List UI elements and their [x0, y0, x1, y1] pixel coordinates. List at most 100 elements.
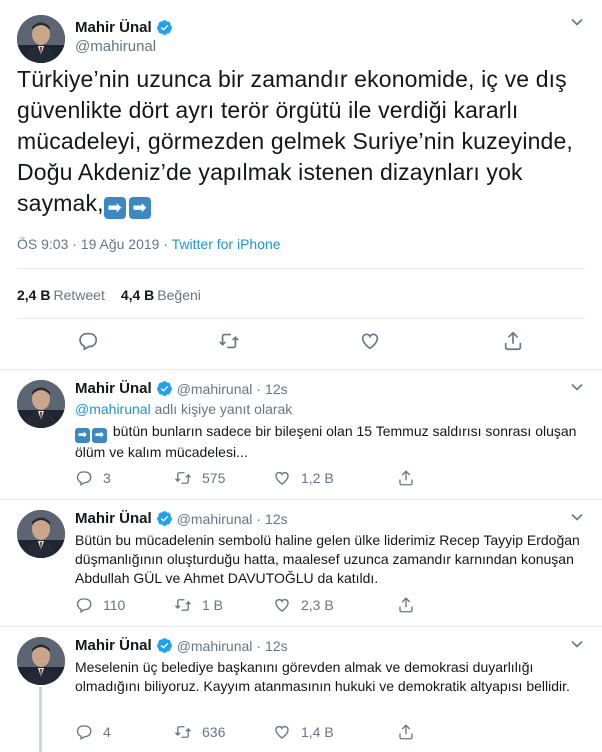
author-handle[interactable]: @mahirunal: [177, 638, 253, 654]
reply-action[interactable]: 110: [75, 596, 125, 614]
avatar[interactable]: [17, 637, 65, 685]
like-label: Beğeni: [157, 287, 201, 303]
avatar[interactable]: [17, 510, 65, 558]
tweet-timestamp[interactable]: 12s: [265, 638, 288, 654]
tweet-actions: [0, 330, 602, 358]
avatar[interactable]: [17, 15, 65, 63]
like-icon[interactable]: [359, 330, 381, 352]
replying-to-label: adlı kişiye yanıt olarak: [154, 401, 293, 417]
reply-count: 3: [103, 470, 111, 486]
tweet-timestamp[interactable]: ÖS 9:03 · 19 Ağu 2019 ·: [17, 236, 168, 252]
verified-badge-icon: [156, 510, 173, 527]
share-icon[interactable]: [502, 330, 524, 352]
retweet-stat[interactable]: 2,4 B Retweet: [17, 287, 105, 303]
divider: [17, 268, 585, 269]
like-action[interactable]: 2,3 B: [273, 596, 334, 614]
reply-count: 110: [103, 597, 126, 613]
like-stat[interactable]: 4,4 B Beğeni: [121, 287, 201, 303]
chevron-down-icon[interactable]: [570, 637, 584, 654]
retweet-count: 2,4 B: [17, 287, 51, 303]
share-icon: [397, 723, 415, 741]
verified-badge-icon: [156, 380, 173, 397]
author-name[interactable]: Mahir Ünal: [75, 637, 152, 654]
right-arrow-emoji: ➡: [128, 197, 151, 219]
author-name[interactable]: Mahir Ünal: [75, 380, 152, 397]
author-handle[interactable]: @mahirunal: [75, 38, 156, 55]
tweet-text: Türkiye’nin uzunca bir zamandır ekonomid…: [17, 64, 589, 219]
like-icon: [273, 469, 291, 487]
divider: [17, 318, 585, 319]
like-icon: [273, 723, 291, 741]
chevron-down-icon[interactable]: [570, 15, 584, 32]
reply-action[interactable]: 4: [75, 723, 111, 741]
tweet-text: Bütün bu mücadelenin sembolü haline gele…: [75, 532, 580, 586]
author-name[interactable]: Mahir Ünal: [75, 19, 173, 36]
share-action[interactable]: [397, 596, 415, 614]
like-icon: [273, 596, 291, 614]
retweet-label: Retweet: [53, 287, 105, 303]
reply-icon: [75, 469, 93, 487]
reply-icon: [75, 596, 93, 614]
like-count: 2,3 B: [301, 597, 334, 613]
like-count: 1,2 B: [301, 470, 334, 486]
retweet-icon: [174, 469, 192, 487]
author-name-text[interactable]: Mahir Ünal: [75, 19, 152, 36]
share-icon: [397, 469, 415, 487]
retweet-count: 1 B: [202, 597, 224, 613]
avatar[interactable]: [17, 380, 65, 428]
retweet-icon: [174, 723, 192, 741]
chevron-down-icon[interactable]: [570, 380, 584, 397]
reply-header: Mahir Ünal @mahirunal · 12s: [75, 637, 288, 654]
tweet-actions: 4 636 1,4 B: [75, 723, 495, 743]
right-arrow-emoji: ➡: [75, 428, 90, 443]
retweet-action[interactable]: 636: [174, 723, 225, 741]
reply-count: 4: [103, 724, 111, 740]
retweet-count: 636: [202, 724, 226, 740]
reply-header: Mahir Ünal @mahirunal · 12s: [75, 380, 288, 397]
tweet-text: Meselenin üç belediye başkanını görevden…: [75, 659, 570, 694]
verified-badge-icon: [156, 19, 173, 36]
author-handle[interactable]: @mahirunal: [177, 511, 253, 527]
like-count: 1,4 B: [301, 724, 334, 740]
share-action[interactable]: [397, 469, 415, 487]
tweet-stats: 2,4 B Retweet 4,4 B Beğeni: [17, 287, 201, 303]
retweet-action[interactable]: 575: [174, 469, 225, 487]
tweet-meta: ÖS 9:03 · 19 Ağu 2019 · Twitter for iPho…: [17, 236, 281, 252]
thread-line: [39, 687, 42, 752]
replying-to: @mahirunal adlı kişiye yanıt olarak: [75, 401, 292, 417]
mention-link[interactable]: @mahirunal: [75, 401, 151, 417]
tweet-text: ➡ ➡ bütün bunların sadece bir bileşeni ol…: [75, 422, 580, 462]
time-separator: ·: [256, 637, 262, 654]
main-tweet: Mahir Ünal @mahirunal Türkiye’nin uzunca…: [0, 0, 602, 370]
time-separator: ·: [256, 510, 262, 527]
author-name[interactable]: Mahir Ünal: [75, 510, 152, 527]
reply-tweet[interactable]: Mahir Ünal @mahirunal · 12s Meselenin üç…: [0, 627, 602, 752]
chevron-down-icon[interactable]: [570, 510, 584, 527]
reply-tweet[interactable]: Mahir Ünal @mahirunal · 12s @mahirunal a…: [0, 370, 602, 500]
retweet-icon: [174, 596, 192, 614]
author-handle[interactable]: @mahirunal: [177, 381, 253, 397]
like-action[interactable]: 1,4 B: [273, 723, 334, 741]
retweet-icon[interactable]: [218, 330, 240, 352]
like-action[interactable]: 1,2 B: [273, 469, 334, 487]
share-action[interactable]: [397, 723, 415, 741]
reply-icon: [75, 723, 93, 741]
tweet-timestamp[interactable]: 12s: [265, 511, 288, 527]
tweet-actions: 110 1 B 2,3 B: [75, 596, 495, 616]
share-icon: [397, 596, 415, 614]
tweet-actions: 3 575 1,2 B: [75, 469, 495, 489]
reply-icon[interactable]: [77, 330, 99, 352]
right-arrow-emoji: ➡: [92, 428, 107, 443]
reply-tweet[interactable]: Mahir Ünal @mahirunal · 12s Bütün bu müc…: [0, 500, 602, 627]
tweet-source-link[interactable]: Twitter for iPhone: [172, 236, 281, 252]
like-count: 4,4 B: [120, 287, 155, 303]
verified-badge-icon: [156, 637, 173, 654]
tweet-timestamp[interactable]: 12s: [265, 381, 288, 397]
tweet-text-body: bütün bunların sadece bir bileşeni olan …: [75, 423, 577, 460]
time-separator: ·: [256, 380, 262, 397]
retweet-action[interactable]: 1 B: [174, 596, 223, 614]
tweet-text-body: Türkiye’nin uzunca bir zamandır ekonomid…: [17, 66, 573, 216]
retweet-count: 575: [202, 470, 226, 486]
reply-action[interactable]: 3: [75, 469, 111, 487]
right-arrow-emoji: ➡: [103, 197, 126, 219]
